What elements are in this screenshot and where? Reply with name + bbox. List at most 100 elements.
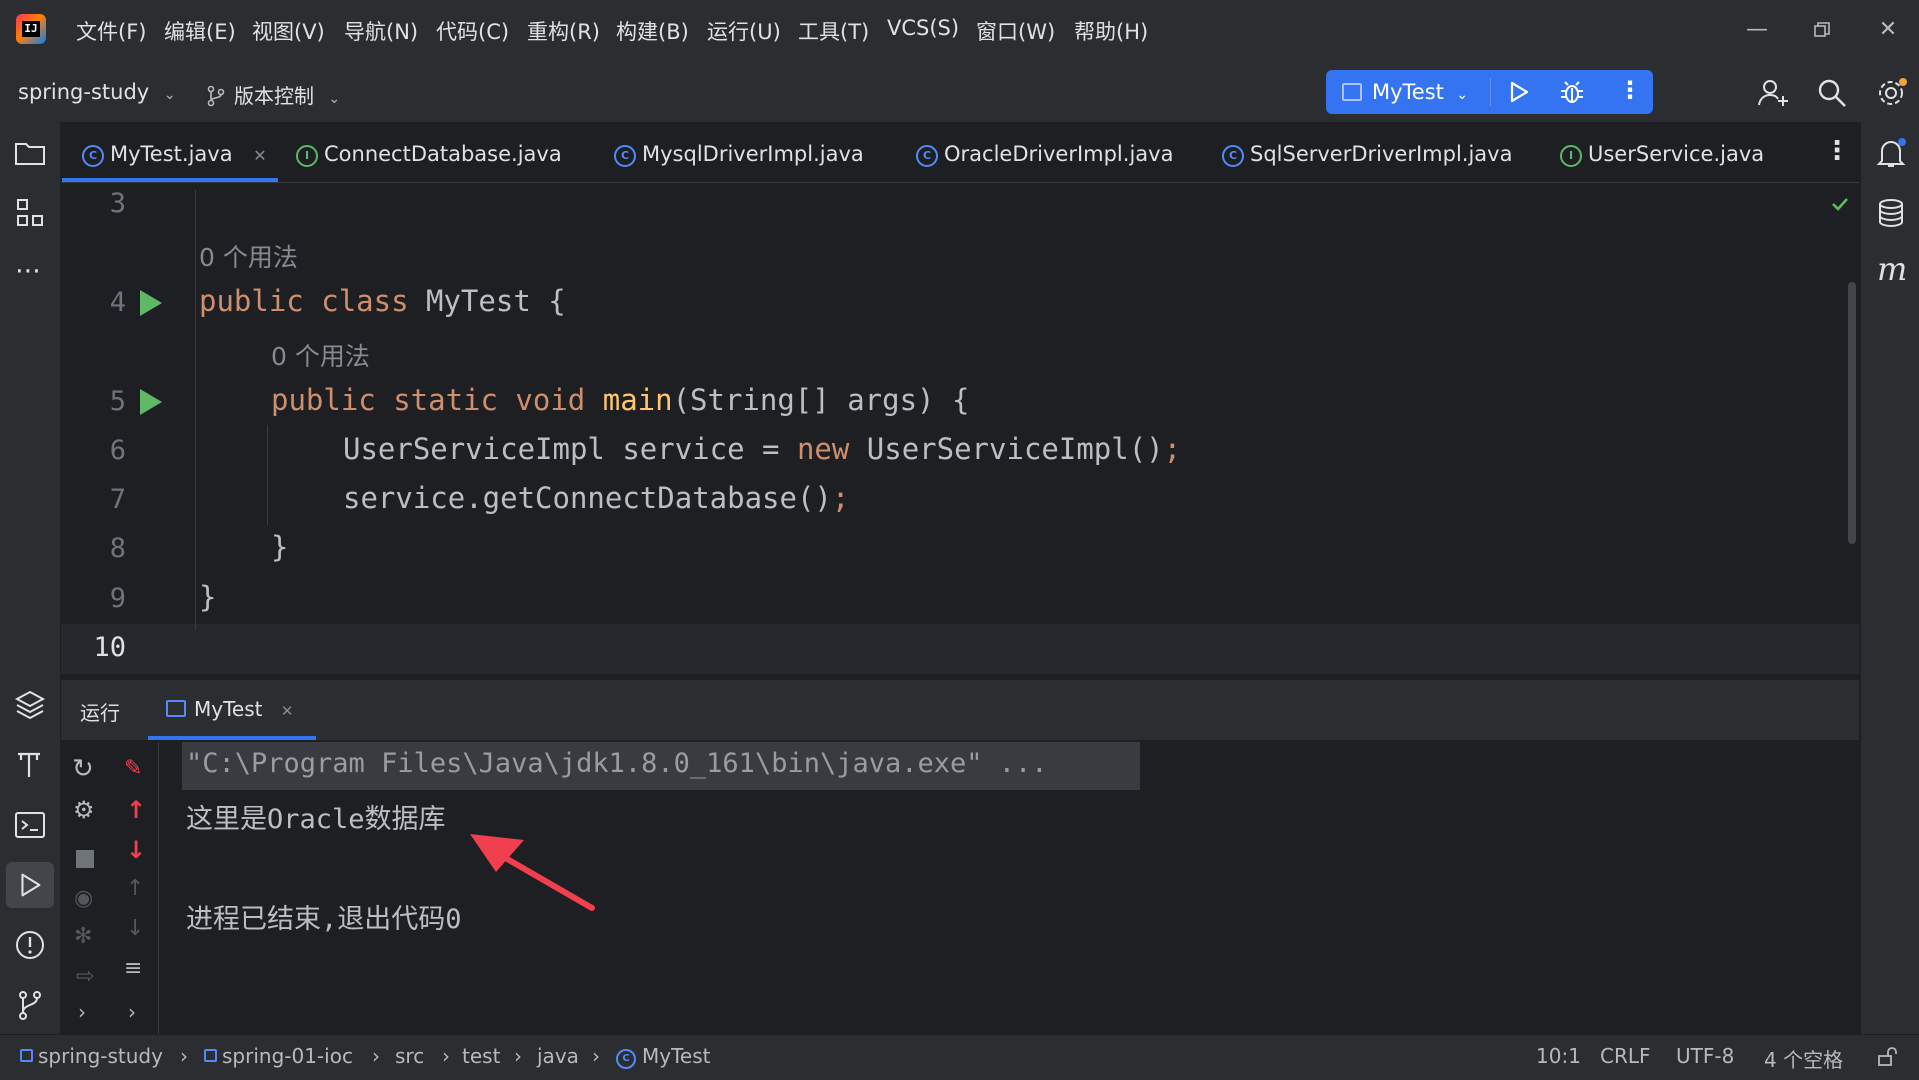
menu-file[interactable]: 文件(F) bbox=[76, 16, 146, 46]
divider bbox=[158, 742, 159, 1034]
tab-label: OracleDriverImpl.java bbox=[944, 142, 1174, 166]
restore-icon[interactable] bbox=[1802, 12, 1842, 48]
soft-wrap-icon[interactable]: ≡ bbox=[124, 956, 142, 981]
run-panel-title: 运行 bbox=[80, 701, 120, 725]
stop-icon[interactable] bbox=[76, 850, 94, 868]
unlock-icon[interactable] bbox=[1876, 1046, 1898, 1068]
menu-vcs[interactable]: VCS(S) bbox=[887, 16, 959, 40]
code-token: public static void bbox=[271, 383, 586, 417]
clear-console-icon[interactable]: ✎ bbox=[124, 756, 142, 781]
run-tool-window-button[interactable] bbox=[6, 862, 54, 908]
arrow-up-icon[interactable]: ↑ bbox=[126, 796, 146, 824]
file-encoding[interactable]: UTF-8 bbox=[1676, 1044, 1734, 1068]
menu-navigate[interactable]: 导航(N) bbox=[344, 16, 418, 46]
tab-sqlserverdriverimpl[interactable]: C SqlServerDriverImpl.java bbox=[1222, 142, 1512, 167]
breadcrumb-src[interactable]: src bbox=[395, 1044, 424, 1068]
menu-view[interactable]: 视图(V) bbox=[252, 16, 325, 46]
terminal-icon[interactable] bbox=[13, 808, 47, 842]
editor-scrollbar[interactable] bbox=[1848, 282, 1856, 544]
code-line-8: } bbox=[271, 530, 289, 564]
close-tab-icon[interactable]: ✕ bbox=[281, 702, 294, 720]
settings-icon[interactable]: ⚙ bbox=[73, 796, 95, 824]
breadcrumb-test[interactable]: test bbox=[462, 1044, 500, 1068]
expand-right-icon[interactable]: › bbox=[78, 1000, 86, 1024]
usage-hint[interactable]: 0 个用法 bbox=[271, 337, 370, 373]
menu-tools[interactable]: 工具(T) bbox=[798, 16, 869, 46]
debug-icon[interactable] bbox=[1558, 78, 1586, 106]
tab-mysqldriverimpl[interactable]: C MysqlDriverImpl.java bbox=[614, 142, 864, 167]
project-selector[interactable]: spring-study ⌄ bbox=[18, 80, 176, 104]
breadcrumb-project[interactable]: spring-study bbox=[20, 1044, 163, 1068]
run-config-selector[interactable]: MyTest ⌄ bbox=[1342, 80, 1468, 104]
breadcrumb-class[interactable]: C MyTest bbox=[616, 1044, 710, 1069]
usage-hint[interactable]: 0 个用法 bbox=[199, 238, 298, 274]
tab-connectdatabase[interactable]: I ConnectDatabase.java bbox=[296, 142, 562, 167]
close-tab-icon[interactable]: ✕ bbox=[253, 146, 266, 165]
run-tab-mytest[interactable]: MyTest ✕ bbox=[166, 697, 293, 721]
add-user-icon[interactable] bbox=[1756, 76, 1790, 110]
breadcrumb-separator: › bbox=[180, 1044, 188, 1068]
expand-right-icon[interactable]: › bbox=[128, 1000, 136, 1024]
indent-setting[interactable]: 4 个空格 bbox=[1764, 1044, 1843, 1073]
tab-userservice[interactable]: I UserService.java bbox=[1560, 142, 1764, 167]
more-tools-icon[interactable]: ⋯ bbox=[15, 256, 41, 286]
layers-icon[interactable] bbox=[13, 688, 47, 722]
menu-refactor[interactable]: 重构(R) bbox=[527, 16, 600, 46]
build-hammer-icon[interactable] bbox=[13, 748, 47, 782]
database-icon[interactable] bbox=[1874, 196, 1908, 230]
run-panel-header bbox=[61, 680, 1859, 740]
close-window-icon[interactable]: ✕ bbox=[1868, 12, 1908, 48]
minimize-icon[interactable]: — bbox=[1737, 12, 1777, 48]
breadcrumb-separator: › bbox=[592, 1044, 600, 1068]
menu-help[interactable]: 帮助(H) bbox=[1074, 16, 1148, 46]
camera-icon: ◉ bbox=[74, 886, 94, 911]
project-folder-icon[interactable] bbox=[13, 136, 47, 170]
chevron-down-icon: ⌄ bbox=[1456, 87, 1468, 103]
intellij-logo-icon[interactable]: IJ bbox=[16, 14, 46, 44]
tab-oracledriverimpl[interactable]: C OracleDriverImpl.java bbox=[916, 142, 1173, 167]
code-token: ; bbox=[831, 481, 850, 515]
no-problems-check-icon bbox=[1832, 198, 1848, 211]
run-tool-icon bbox=[21, 873, 41, 897]
settings-icon[interactable] bbox=[1875, 76, 1909, 110]
menu-build[interactable]: 构建(B) bbox=[616, 16, 689, 46]
arrow-down-icon[interactable]: ↓ bbox=[126, 836, 146, 864]
menu-run[interactable]: 运行(U) bbox=[707, 16, 781, 46]
line-number: 4 bbox=[109, 287, 126, 318]
vcs-selector[interactable]: 版本控制 ⌄ bbox=[206, 80, 340, 109]
maven-icon[interactable]: m bbox=[1877, 250, 1907, 288]
tab-options-icon[interactable]: ⋮ bbox=[1824, 136, 1850, 166]
line-separator[interactable]: CRLF bbox=[1600, 1044, 1651, 1068]
tab-mytest[interactable]: C MyTest.java ✕ bbox=[82, 142, 267, 167]
notifications-icon[interactable] bbox=[1874, 136, 1908, 170]
rerun-icon[interactable]: ↻ bbox=[72, 756, 98, 782]
search-icon[interactable] bbox=[1815, 76, 1849, 110]
breadcrumb-module[interactable]: spring-01-ioc bbox=[204, 1044, 353, 1068]
code-token: class bbox=[321, 284, 409, 318]
breadcrumb-label: spring-study bbox=[38, 1044, 163, 1068]
console-command-line[interactable]: "C:\Program Files\Java\jdk1.8.0_161\bin\… bbox=[186, 748, 1048, 779]
code-line-5: public static void main(String[] args) { bbox=[271, 383, 969, 417]
console-output-line[interactable]: 这里是Oracle数据库 bbox=[186, 797, 446, 836]
tab-label: ConnectDatabase.java bbox=[324, 142, 562, 166]
tab-label: MysqlDriverImpl.java bbox=[642, 142, 864, 166]
problems-icon[interactable] bbox=[13, 928, 47, 962]
git-icon[interactable] bbox=[13, 988, 47, 1022]
menu-window[interactable]: 窗口(W) bbox=[976, 16, 1055, 46]
breadcrumb-java[interactable]: java bbox=[537, 1044, 579, 1068]
structure-icon[interactable] bbox=[13, 196, 47, 230]
cursor-position[interactable]: 10:1 bbox=[1536, 1044, 1581, 1068]
run-icon[interactable] bbox=[1506, 79, 1532, 105]
menu-edit[interactable]: 编辑(E) bbox=[164, 16, 236, 46]
run-tab-label: MyTest bbox=[194, 697, 263, 721]
tab-label: SqlServerDriverImpl.java bbox=[1250, 142, 1513, 166]
class-icon: C bbox=[916, 145, 938, 167]
breadcrumb-separator: › bbox=[442, 1044, 450, 1068]
menu-code[interactable]: 代码(C) bbox=[436, 16, 509, 46]
run-gutter-icon[interactable] bbox=[140, 389, 162, 415]
scroll-up-icon: ↑ bbox=[126, 876, 145, 901]
run-gutter-icon[interactable] bbox=[140, 290, 162, 316]
console-exit-line[interactable]: 进程已结束,退出代码0 bbox=[186, 897, 462, 936]
code-editor[interactable] bbox=[61, 183, 1859, 679]
more-vertical-icon[interactable]: ⋮ bbox=[1618, 76, 1642, 104]
